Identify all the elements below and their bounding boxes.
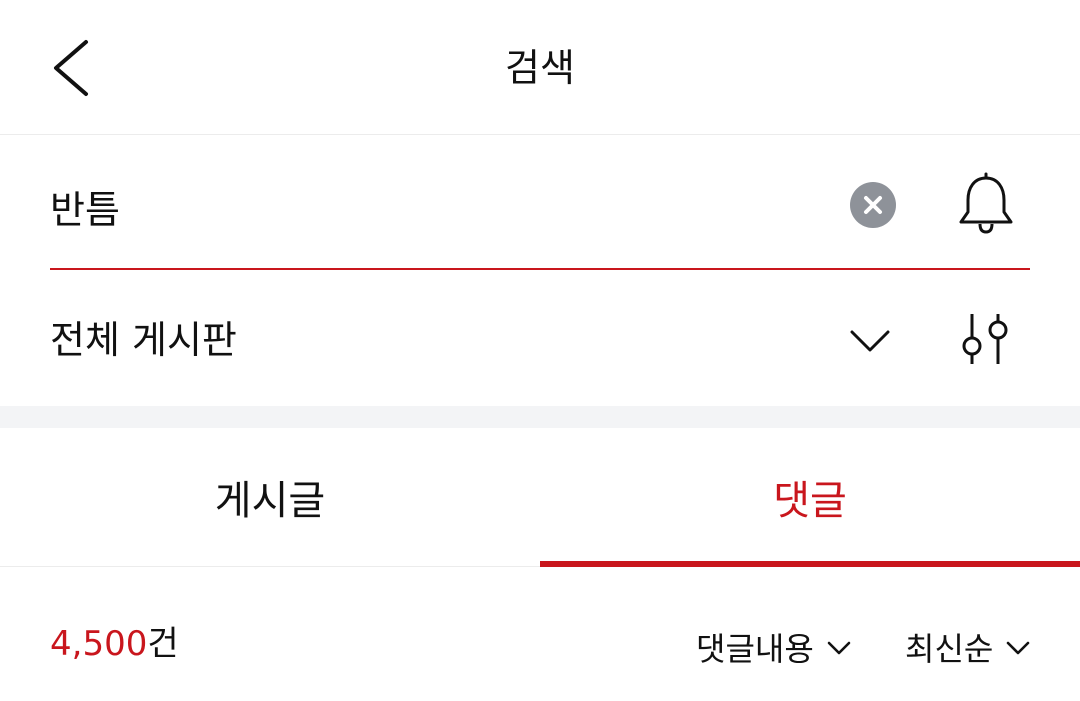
- result-count-number: 4,500: [50, 624, 148, 664]
- search-filter-button[interactable]: [954, 308, 1018, 372]
- result-tabs: 게시글 댓글: [0, 428, 1080, 567]
- close-icon: [864, 196, 882, 214]
- chevron-down-icon: [850, 330, 890, 352]
- app-header: 검색: [0, 0, 1080, 135]
- board-label: 전체 게시판: [50, 318, 237, 362]
- search-input[interactable]: [50, 178, 810, 234]
- chevron-down-icon: [1005, 628, 1031, 666]
- tab-comments-label: 댓글: [773, 478, 847, 524]
- sort-select[interactable]: 최신순: [905, 625, 1031, 669]
- search-bar: [50, 170, 1030, 270]
- results-toolbar: 4,500건 댓글내용 최신순: [0, 567, 1080, 701]
- tab-comments[interactable]: 댓글: [540, 428, 1080, 567]
- tab-posts-label: 게시글: [214, 478, 326, 524]
- page-title: 검색: [505, 46, 575, 90]
- content-filter-select[interactable]: 댓글내용: [696, 625, 852, 669]
- sort-label: 최신순: [905, 630, 994, 668]
- chevron-down-icon: [826, 628, 852, 666]
- clear-search-button[interactable]: [850, 182, 896, 228]
- board-selector[interactable]: 전체 게시판: [50, 300, 1030, 386]
- section-divider: [0, 406, 1080, 428]
- search-screen: 검색 전체 게시판: [0, 0, 1080, 701]
- result-count-unit: 건: [147, 624, 179, 664]
- sliders-icon: [962, 314, 1008, 364]
- board-dropdown-button[interactable]: [846, 322, 894, 362]
- content-filter-label: 댓글내용: [696, 630, 814, 668]
- tab-posts[interactable]: 게시글: [0, 428, 540, 566]
- bell-icon: [959, 172, 1013, 234]
- result-count: 4,500건: [50, 621, 179, 667]
- keyword-alert-button[interactable]: [954, 172, 1018, 236]
